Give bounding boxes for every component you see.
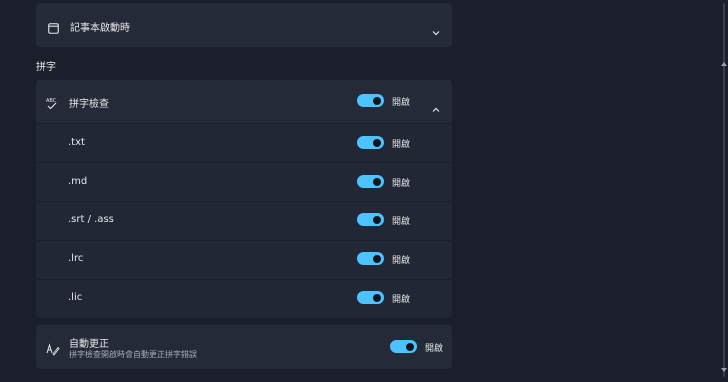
toggle-knob — [373, 138, 381, 147]
toggle-knob — [373, 293, 381, 302]
filetype-row-srt-ass: .srt / .ass 開啟 — [36, 202, 452, 240]
spellcheck-icon: ABC — [46, 95, 59, 114]
spellcheck-card[interactable]: ABC 拼字檢查 開啟 — [36, 80, 452, 123]
toggle-knob — [373, 215, 381, 224]
spellcheck-state: 開啟 — [392, 98, 411, 108]
filetype-label: .lic — [68, 292, 83, 303]
autocorrect-card: 自動更正 拼字檢查開啟時會自動更正拼字錯誤 開啟 — [36, 325, 452, 369]
filetype-toggle-txt[interactable] — [357, 136, 384, 149]
filetype-toggle-md[interactable] — [357, 175, 384, 188]
toggle-knob — [406, 342, 414, 351]
spellcheck-toggle[interactable] — [357, 94, 384, 107]
filetype-toggle-lrc[interactable] — [357, 252, 384, 265]
autocorrect-state: 開啟 — [425, 344, 444, 354]
filetype-row-lrc: .lrc 開啟 — [36, 241, 452, 279]
autocorrect-toggle[interactable] — [390, 340, 417, 353]
autocorrect-pen-icon — [46, 341, 60, 360]
filetype-state: 開啟 — [392, 295, 411, 305]
filetype-row-md: .md 開啟 — [36, 163, 452, 201]
notepad-startup-card[interactable]: 記事本啟動時 — [36, 3, 452, 47]
filetype-toggle-srt-ass[interactable] — [357, 213, 384, 226]
filetype-state: 開啟 — [392, 217, 411, 227]
autocorrect-description: 拼字檢查開啟時會自動更正拼字錯誤 — [69, 350, 197, 359]
filetype-label: .lrc — [68, 253, 84, 264]
filetype-label: .md — [68, 176, 88, 187]
filetype-row-txt: .txt 開啟 — [36, 124, 452, 162]
section-title-spelling: 拼字 — [36, 62, 56, 73]
spellcheck-label: 拼字檢查 — [69, 99, 109, 110]
filetype-state: 開啟 — [392, 256, 411, 266]
filetype-row-lic: .lic 開啟 — [36, 280, 452, 318]
notepad-window-icon — [48, 19, 59, 38]
filetype-toggle-lic[interactable] — [357, 291, 384, 304]
filetype-state: 開啟 — [392, 179, 411, 189]
autocorrect-label: 自動更正 — [69, 339, 109, 350]
filetype-state: 開啟 — [392, 140, 411, 150]
scroll-down-arrow-icon[interactable] — [721, 368, 727, 372]
toggle-knob — [373, 96, 381, 105]
filetype-label: .srt / .ass — [68, 214, 114, 225]
toggle-knob — [373, 177, 381, 186]
toggle-knob — [373, 254, 381, 263]
chevron-up-icon[interactable] — [432, 98, 440, 117]
chevron-down-icon[interactable] — [432, 21, 440, 40]
scroll-up-arrow-icon[interactable] — [721, 62, 727, 66]
scrollbar-track[interactable] — [723, 3, 725, 377]
notepad-startup-label: 記事本啟動時 — [70, 23, 130, 34]
filetype-label: .txt — [68, 137, 85, 148]
